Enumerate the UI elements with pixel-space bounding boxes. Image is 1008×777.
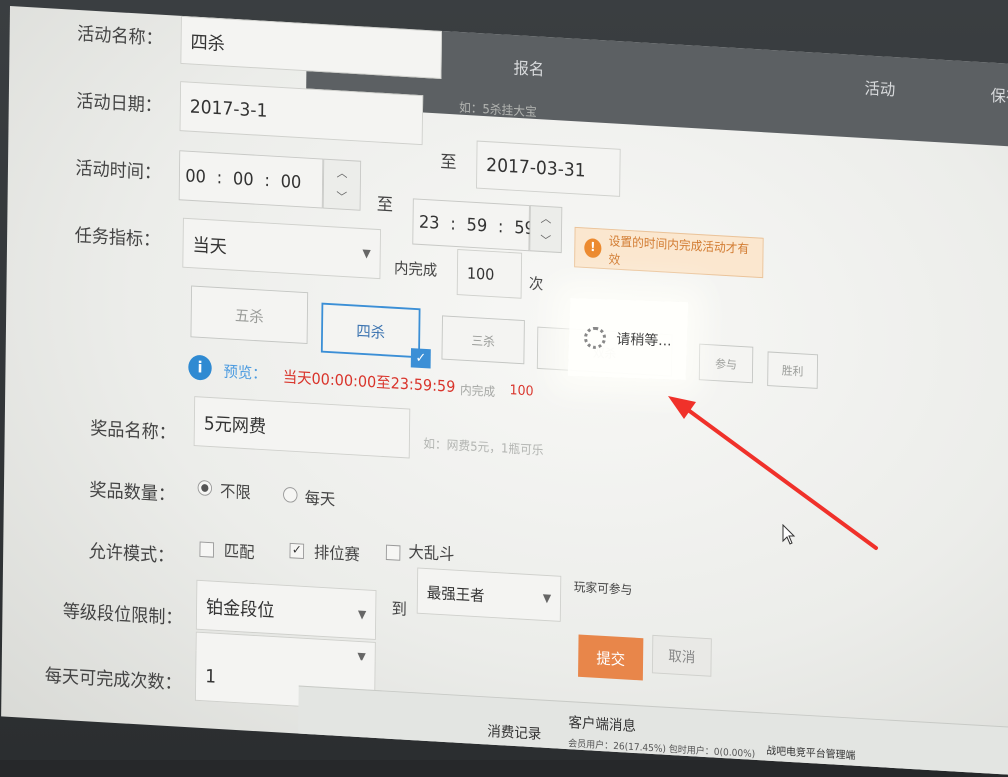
monitor-bezel: 报名 活动 保存设置 活动名称： 四杀 如：5杀挂大宝 活动日期： 2017-3…	[0, 0, 1008, 777]
red-annotation-arrow-icon	[668, 396, 878, 550]
